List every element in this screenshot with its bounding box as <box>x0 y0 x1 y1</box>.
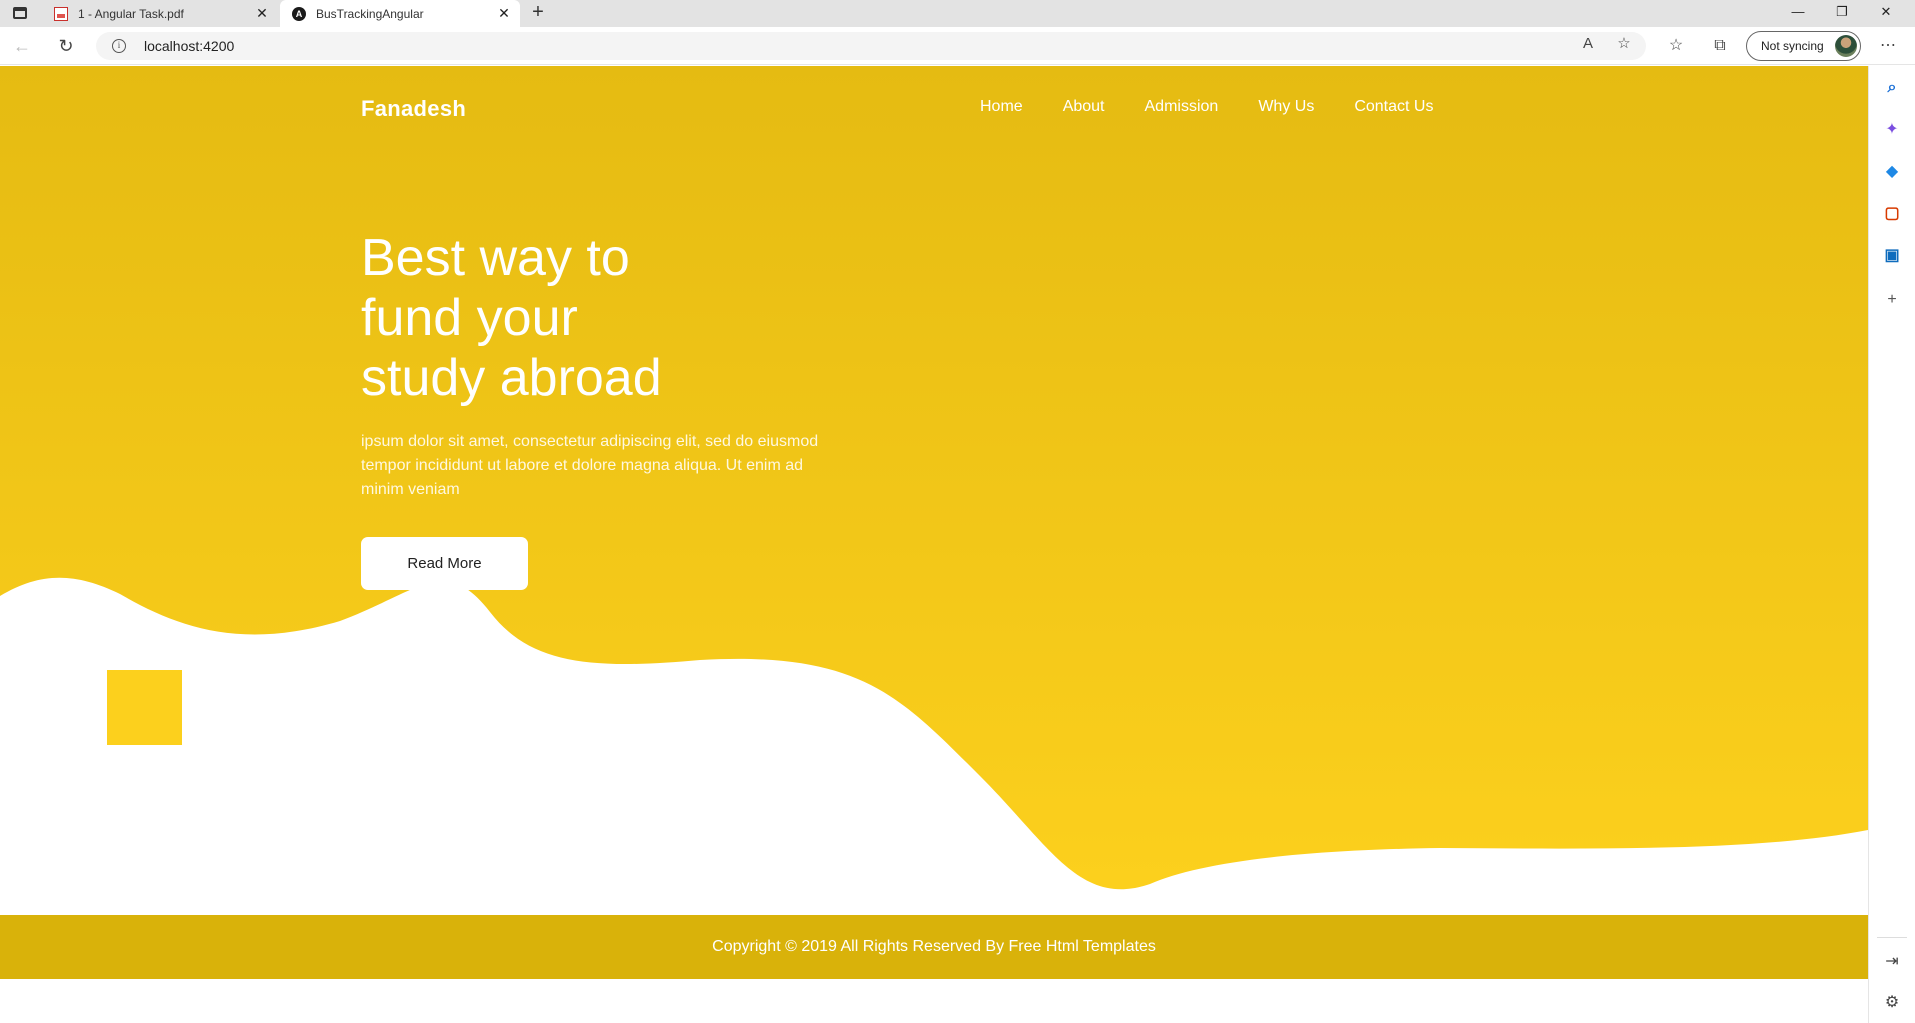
close-tab-icon[interactable]: ✕ <box>252 5 272 22</box>
pdf-icon <box>54 6 68 21</box>
nav-link-contact-us[interactable]: Contact Us <box>1354 98 1433 116</box>
decorative-square <box>107 670 182 745</box>
browser-tab-bustracking[interactable]: A BusTrackingAngular ✕ <box>280 0 520 27</box>
close-tab-icon[interactable]: ✕ <box>494 5 514 22</box>
add-favorite-icon[interactable]: ☆ <box>1613 33 1635 55</box>
browser-tab-bar: 1 - Angular Task.pdf ✕ A BusTrackingAngu… <box>0 0 1915 27</box>
nav-link-about[interactable]: About <box>1063 98 1105 116</box>
copyright-text: Copyright © 2019 All Rights Reserved By … <box>712 938 1156 955</box>
restore-window-icon[interactable]: ❐ <box>1820 0 1864 27</box>
page-viewport: Fanadesh Home About Admission Why Us Con… <box>0 66 1868 1023</box>
headline-line: Best way to <box>361 229 630 287</box>
browser-tab-pdf[interactable]: 1 - Angular Task.pdf ✕ <box>42 0 278 27</box>
page-footer: Copyright © 2019 All Rights Reserved By … <box>0 915 1868 979</box>
address-bar[interactable]: i localhost:4200 <box>96 32 1646 60</box>
more-menu-icon[interactable]: ⋯ <box>1875 33 1901 59</box>
nav-link-why-us[interactable]: Why Us <box>1258 98 1314 116</box>
site-info-icon[interactable]: i <box>112 39 126 53</box>
hero-headline: Best way to fund your study abroad <box>361 228 781 408</box>
browser-toolbar: ← ↻ i localhost:4200 A ☆ ☆ ⧉ Not syncing… <box>0 27 1915 65</box>
shopping-tag-icon[interactable]: ◆ <box>1880 160 1904 184</box>
browser-sidebar: ⌕ ✦ ◆ ▢ ▣ + ⇥ ⚙ <box>1868 66 1915 1023</box>
back-arrow-icon[interactable]: ← <box>8 33 36 59</box>
angular-icon: A <box>292 6 306 21</box>
minimize-window-icon[interactable]: — <box>1776 0 1820 27</box>
hero-description: ipsum dolor sit amet, consectetur adipis… <box>361 433 819 498</box>
tab-actions-menu-icon[interactable] <box>6 2 34 24</box>
headline-line: fund your <box>361 289 578 347</box>
sidebar-divider <box>1877 937 1907 938</box>
read-aloud-icon[interactable]: A <box>1577 33 1599 55</box>
main-nav: Home About Admission Why Us Contact Us <box>980 98 1473 116</box>
nav-link-home[interactable]: Home <box>980 98 1023 116</box>
tab-title: 1 - Angular Task.pdf <box>78 6 184 21</box>
new-tab-button[interactable]: + <box>526 1 550 25</box>
avatar <box>1835 35 1857 57</box>
hero-wave-background <box>0 66 1868 890</box>
site-logo[interactable]: Fanadesh <box>361 96 466 122</box>
settings-gear-icon[interactable]: ⚙ <box>1880 991 1904 1015</box>
search-icon[interactable]: ⌕ <box>1880 76 1904 100</box>
hide-sidebar-icon[interactable]: ⇥ <box>1880 950 1904 974</box>
office-icon[interactable]: ▢ <box>1880 202 1904 226</box>
read-more-button[interactable]: Read More <box>361 537 528 590</box>
collections-icon[interactable]: ⧉ <box>1707 33 1733 59</box>
copilot-icon[interactable]: ✦ <box>1880 118 1904 142</box>
outlook-icon[interactable]: ▣ <box>1880 244 1904 268</box>
close-window-icon[interactable]: ✕ <box>1864 0 1908 27</box>
profile-sync-button[interactable]: Not syncing <box>1746 31 1861 61</box>
favorites-icon[interactable]: ☆ <box>1663 33 1689 59</box>
refresh-icon[interactable]: ↻ <box>52 33 80 59</box>
nav-link-admission[interactable]: Admission <box>1145 98 1219 116</box>
add-sidebar-app-icon[interactable]: + <box>1880 288 1904 312</box>
address-url[interactable]: localhost:4200 <box>144 38 234 54</box>
sync-status-label: Not syncing <box>1761 39 1824 53</box>
tab-title: BusTrackingAngular <box>316 6 424 21</box>
headline-line: study abroad <box>361 349 662 407</box>
